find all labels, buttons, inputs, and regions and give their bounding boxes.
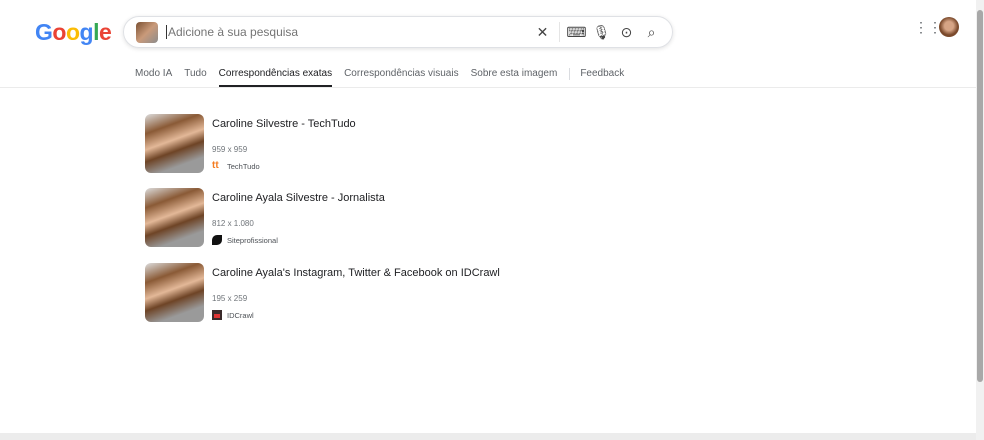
result-image[interactable]: [145, 263, 204, 322]
result-dimensions: 812 x 1.080: [212, 219, 254, 228]
result-item[interactable]: Caroline Ayala's Instagram, Twitter & Fa…: [145, 263, 500, 322]
siteprofissional-favicon-icon: [212, 235, 222, 245]
google-logo[interactable]: Google: [35, 19, 112, 46]
result-title[interactable]: Caroline Silvestre - TechTudo: [212, 118, 356, 130]
divider: [559, 22, 560, 42]
idcrawl-favicon-icon: [212, 310, 222, 320]
horizontal-scrollbar[interactable]: [0, 433, 976, 440]
divider: [0, 87, 976, 88]
result-source: Siteprofissional: [227, 235, 278, 245]
result-source: TechTudo: [227, 161, 260, 171]
result-item[interactable]: Caroline Ayala Silvestre - Jornalista 81…: [145, 188, 385, 247]
lens-icon[interactable]: ⊙: [614, 24, 639, 41]
result-title[interactable]: Caroline Ayala's Instagram, Twitter & Fa…: [212, 267, 500, 279]
clear-icon[interactable]: ✕: [530, 24, 555, 41]
result-dimensions: 195 x 259: [212, 294, 248, 303]
tab-correspondencias-exatas[interactable]: Correspondências exatas: [218, 68, 333, 87]
tab-modo-ia[interactable]: Modo IA: [135, 68, 172, 86]
techtudo-favicon-icon: tt: [212, 160, 219, 171]
search-input[interactable]: [166, 25, 530, 39]
result-dimensions: 959 x 959: [212, 145, 248, 154]
avatar[interactable]: [939, 17, 959, 37]
search-bar: ✕ ⌨ 🎙 ⊙ ⌕: [123, 16, 673, 48]
microphone-icon[interactable]: 🎙: [589, 24, 614, 41]
result-item[interactable]: Caroline Silvestre - TechTudo 959 x 959 …: [145, 114, 356, 173]
result-image[interactable]: [145, 114, 204, 173]
scrollbar[interactable]: [976, 0, 984, 440]
divider: [569, 68, 571, 80]
result-source: IDCrawl: [227, 310, 254, 320]
tab-sobre-esta-imagem[interactable]: Sobre esta imagem: [471, 68, 558, 86]
tab-feedback[interactable]: Feedback: [580, 68, 624, 86]
query-image-thumbnail[interactable]: [136, 21, 158, 43]
tab-tudo[interactable]: Tudo: [184, 68, 206, 86]
search-icon[interactable]: ⌕: [639, 24, 664, 41]
tabs: Modo IA Tudo Correspondências exatas Cor…: [135, 68, 636, 87]
tab-correspondencias-visuais[interactable]: Correspondências visuais: [344, 68, 459, 86]
result-image[interactable]: [145, 188, 204, 247]
scrollbar-thumb[interactable]: [977, 10, 983, 382]
result-title[interactable]: Caroline Ayala Silvestre - Jornalista: [212, 192, 385, 204]
keyboard-icon[interactable]: ⌨: [564, 24, 589, 41]
